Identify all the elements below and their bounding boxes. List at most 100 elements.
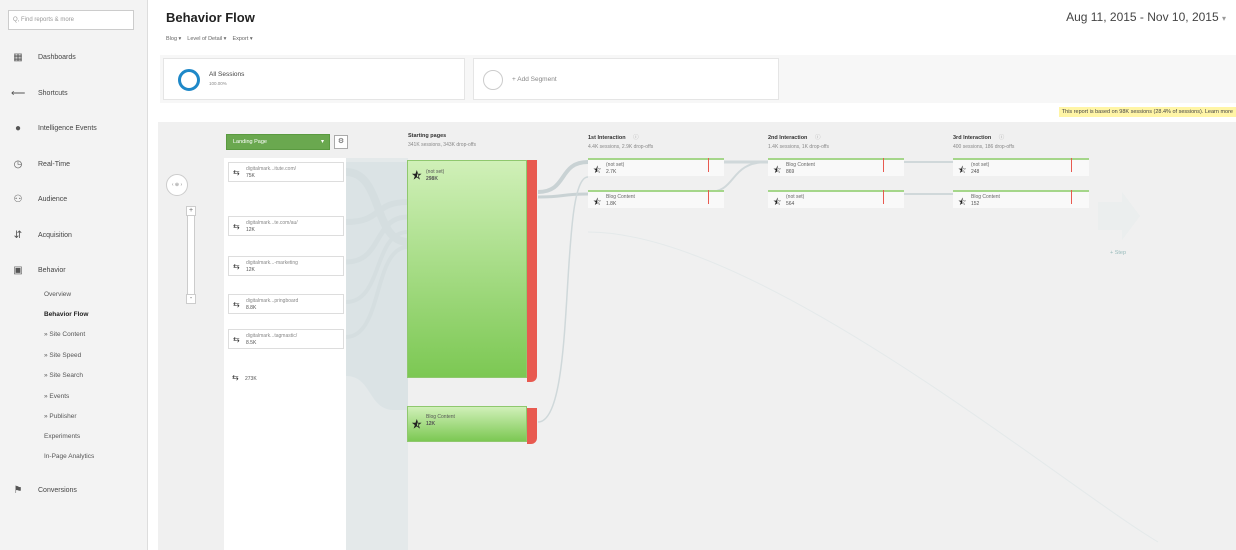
sub-site-content[interactable]: » Site Content xyxy=(44,331,85,338)
toolbar: Blog ▾ Level of Detail ▾ Export ▾ xyxy=(166,36,253,42)
search-input[interactable]: Q, Find reports & more xyxy=(8,10,134,30)
source-icon: ⇆ xyxy=(233,168,240,177)
source-name: digitalmark...itute.com/ xyxy=(246,166,297,172)
nav-audience[interactable]: ⚇ Audience xyxy=(0,188,148,210)
sub-site-search[interactable]: » Site Search xyxy=(44,372,83,379)
person-icon: ⯪ xyxy=(773,165,782,175)
sub-site-speed[interactable]: » Site Speed xyxy=(44,352,81,359)
interaction-node[interactable]: ⯪ Blog Content 152 xyxy=(953,190,1089,208)
nav-label: Shortcuts xyxy=(38,89,68,97)
sub-behavior-flow[interactable]: Behavior Flow xyxy=(44,311,88,318)
source-icon: ⇆ xyxy=(233,262,240,271)
nav-dashboards[interactable]: ▦ Dashboards xyxy=(0,46,148,68)
sub-experiments[interactable]: Experiments xyxy=(44,433,80,440)
person-icon: ⯪ xyxy=(412,420,422,431)
info-icon[interactable]: ⓘ xyxy=(999,135,1005,141)
zoom-out-button[interactable]: - xyxy=(186,294,196,304)
source-node[interactable]: ⇆ digitalmark...pringboard 8.8K xyxy=(228,294,344,314)
node-value: 298K xyxy=(426,176,438,182)
source-icon: ⇆ xyxy=(233,300,240,309)
source-name: digitalmark...pringboard xyxy=(246,298,299,304)
interaction-node[interactable]: ⯪ (not set) 248 xyxy=(953,158,1089,176)
date-range[interactable]: Aug 11, 2015 - Nov 10, 2015 ▾ xyxy=(1066,10,1226,24)
info-icon[interactable]: ⓘ xyxy=(815,135,821,141)
source-node[interactable]: ⇆ digitalmark...itute.com/ 75K xyxy=(228,162,344,182)
segment-all-sessions[interactable]: All Sessions 100.00% xyxy=(163,58,465,100)
person-icon: ⯪ xyxy=(593,197,602,207)
drop-off-mark xyxy=(1071,158,1072,172)
column-title: 2nd Interaction xyxy=(768,135,808,141)
nav-conversions[interactable]: ⚑ Conversions xyxy=(0,479,148,501)
behavior-flow-canvas[interactable]: ‹ ⊕ › + - Landing Page ▾ ⚙ ⇆ digitalmark… xyxy=(158,122,1236,550)
column-subtitle: 341K sessions, 343K drop-offs xyxy=(408,142,477,148)
sub-publisher[interactable]: » Publisher xyxy=(44,413,77,420)
drop-off-bar[interactable] xyxy=(527,408,537,444)
drop-off-mark xyxy=(883,158,884,172)
export-menu[interactable]: Export ▾ xyxy=(232,36,252,42)
nav-realtime[interactable]: ◷ Real-Time xyxy=(0,153,148,175)
gear-icon[interactable]: ⚙ xyxy=(334,135,348,149)
person-icon: ⯪ xyxy=(412,171,422,182)
interaction-node[interactable]: ⯪ Blog Content 869 xyxy=(768,158,904,176)
info-icon[interactable]: ⓘ xyxy=(633,135,639,141)
interaction-node[interactable]: ⯪ (not set) 564 xyxy=(768,190,904,208)
source-value: 12K xyxy=(246,267,255,273)
sub-in-page-analytics[interactable]: In-Page Analytics xyxy=(44,453,94,460)
source-node[interactable]: ⇆ digitalmark...-marketing 12K xyxy=(228,256,344,276)
node-name: Blog Content xyxy=(606,194,635,200)
sampling-notice: This report is based on 98K sessions (28… xyxy=(1058,107,1236,117)
node-name: Blog Content xyxy=(786,162,815,168)
drop-off-bar[interactable] xyxy=(527,160,537,382)
blog-menu[interactable]: Blog ▾ xyxy=(166,36,181,42)
zoom-in-button[interactable]: + xyxy=(186,206,196,216)
level-of-detail-menu[interactable]: Level of Detail ▾ xyxy=(187,36,226,42)
page-node-not-set[interactable]: ⯪ (not set) 298K xyxy=(407,160,527,378)
interaction-node[interactable]: ⯪ (not set) 2.7K xyxy=(588,158,724,176)
column-subtitle: 4.4K sessions, 2.9K drop-offs xyxy=(588,144,654,150)
node-value: 152 xyxy=(971,201,980,207)
nav-label: Behavior xyxy=(38,266,66,274)
add-step-button[interactable]: + Step xyxy=(1110,250,1126,256)
page-title: Behavior Flow xyxy=(166,10,255,25)
behavior-icon: ▣ xyxy=(13,264,23,276)
nav-behavior[interactable]: ▣ Behavior xyxy=(0,259,148,281)
nav-label: Real-Time xyxy=(38,160,71,168)
source-value: 75K xyxy=(246,173,255,179)
drop-off-mark xyxy=(708,190,709,204)
sidebar: Q, Find reports & more ▦ Dashboards ⟵ Sh… xyxy=(0,0,148,550)
source-node[interactable]: ⇆ digitalmark...te.com/au/ 12K xyxy=(228,216,344,236)
add-segment-button[interactable]: + Add Segment xyxy=(473,58,779,100)
segment-bar: All Sessions 100.00% + Add Segment xyxy=(160,55,1236,103)
node-name: (not set) xyxy=(606,162,625,168)
pan-control[interactable]: ‹ ⊕ › xyxy=(166,174,188,196)
source-value: 8.8K xyxy=(246,305,257,311)
sub-events[interactable]: » Events xyxy=(44,393,69,400)
zoom-slider[interactable] xyxy=(187,207,195,303)
node-name: (not set) xyxy=(786,194,805,200)
node-value: 12K xyxy=(426,421,436,427)
landing-page-dropdown[interactable]: Landing Page ▾ xyxy=(226,134,330,150)
page-node-blog-content[interactable]: ⯪ Blog Content 12K xyxy=(407,406,527,442)
nav-acquisition[interactable]: ⇵ Acquisition xyxy=(0,224,148,246)
nav-intelligence[interactable]: ● Intelligence Events xyxy=(0,117,148,139)
sub-overview[interactable]: Overview xyxy=(44,291,71,298)
source-icon: ⇆ xyxy=(233,222,240,231)
nav-label: Conversions xyxy=(38,486,77,494)
node-name: Blog Content xyxy=(971,194,1000,200)
clock-icon: ◷ xyxy=(13,158,23,170)
source-node[interactable]: ⇆ digitalmark...tagmastic/ 8.5K xyxy=(228,329,344,349)
grid-icon: ▦ xyxy=(13,51,23,63)
add-segment-label: + Add Segment xyxy=(512,76,557,83)
nav-shortcuts[interactable]: ⟵ Shortcuts xyxy=(0,82,148,104)
source-icon: ⇆ xyxy=(232,373,239,382)
segment-percent: 100.00% xyxy=(209,81,227,86)
column-title: 1st Interaction xyxy=(588,135,626,141)
node-name: Blog Content xyxy=(426,414,455,420)
source-node[interactable]: ⇆ 273K xyxy=(228,368,344,388)
drop-off-mark xyxy=(883,190,884,204)
interaction-node[interactable]: ⯪ Blog Content 1.8K xyxy=(588,190,724,208)
node-value: 564 xyxy=(786,201,795,207)
interaction-2-header: 2nd Interaction ⓘ 1.4K sessions, 1K drop… xyxy=(768,133,829,150)
nav-label: Intelligence Events xyxy=(38,124,97,132)
add-step-arrow-icon[interactable] xyxy=(1094,192,1144,242)
